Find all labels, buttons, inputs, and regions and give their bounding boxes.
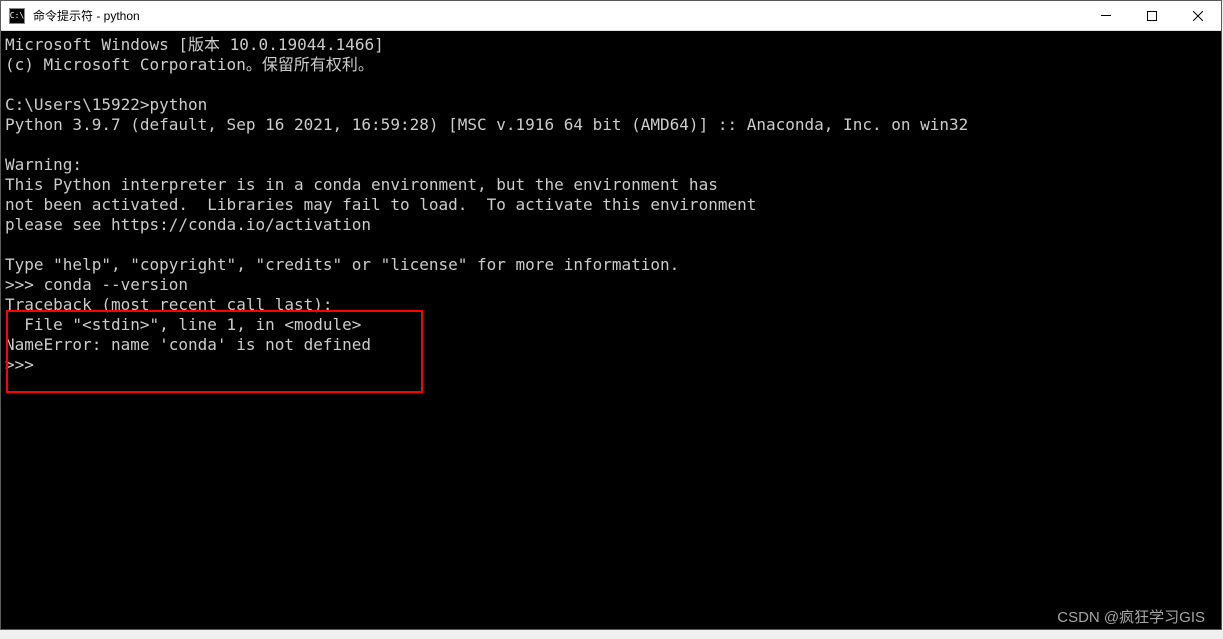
terminal-line bbox=[5, 75, 1221, 95]
window-controls bbox=[1083, 1, 1221, 30]
terminal-line bbox=[5, 135, 1221, 155]
command-prompt-window: C:\ 命令提示符 - python Microsoft Windows [版本… bbox=[0, 0, 1222, 630]
terminal-line: Traceback (most recent call last): bbox=[5, 295, 1221, 315]
terminal-line: >>> bbox=[5, 355, 1221, 375]
minimize-button[interactable] bbox=[1083, 1, 1129, 30]
title-bar[interactable]: C:\ 命令提示符 - python bbox=[1, 1, 1221, 31]
maximize-button[interactable] bbox=[1129, 1, 1175, 30]
close-icon bbox=[1193, 11, 1203, 21]
terminal-line: Python 3.9.7 (default, Sep 16 2021, 16:5… bbox=[5, 115, 1221, 135]
terminal-line: This Python interpreter is in a conda en… bbox=[5, 175, 1221, 195]
window-title: 命令提示符 - python bbox=[33, 7, 140, 24]
terminal-line bbox=[5, 235, 1221, 255]
terminal-area[interactable]: Microsoft Windows [版本 10.0.19044.1466](c… bbox=[1, 31, 1221, 629]
terminal-line: C:\Users\15922>python bbox=[5, 95, 1221, 115]
cmd-icon: C:\ bbox=[9, 8, 25, 24]
terminal-line: >>> conda --version bbox=[5, 275, 1221, 295]
terminal-line: please see https://conda.io/activation bbox=[5, 215, 1221, 235]
maximize-icon bbox=[1147, 11, 1157, 21]
terminal-line: not been activated. Libraries may fail t… bbox=[5, 195, 1221, 215]
terminal-line: NameError: name 'conda' is not defined bbox=[5, 335, 1221, 355]
terminal-line: File "<stdin>", line 1, in <module> bbox=[5, 315, 1221, 335]
terminal-line: (c) Microsoft Corporation。保留所有权利。 bbox=[5, 55, 1221, 75]
terminal-line: Microsoft Windows [版本 10.0.19044.1466] bbox=[5, 35, 1221, 55]
watermark-text: CSDN @疯狂学习GIS bbox=[1057, 606, 1205, 627]
terminal-output: Microsoft Windows [版本 10.0.19044.1466](c… bbox=[5, 35, 1221, 375]
terminal-line: Type "help", "copyright", "credits" or "… bbox=[5, 255, 1221, 275]
minimize-icon bbox=[1101, 15, 1111, 16]
cmd-icon-label: C:\ bbox=[10, 11, 24, 20]
terminal-line: Warning: bbox=[5, 155, 1221, 175]
close-button[interactable] bbox=[1175, 1, 1221, 30]
